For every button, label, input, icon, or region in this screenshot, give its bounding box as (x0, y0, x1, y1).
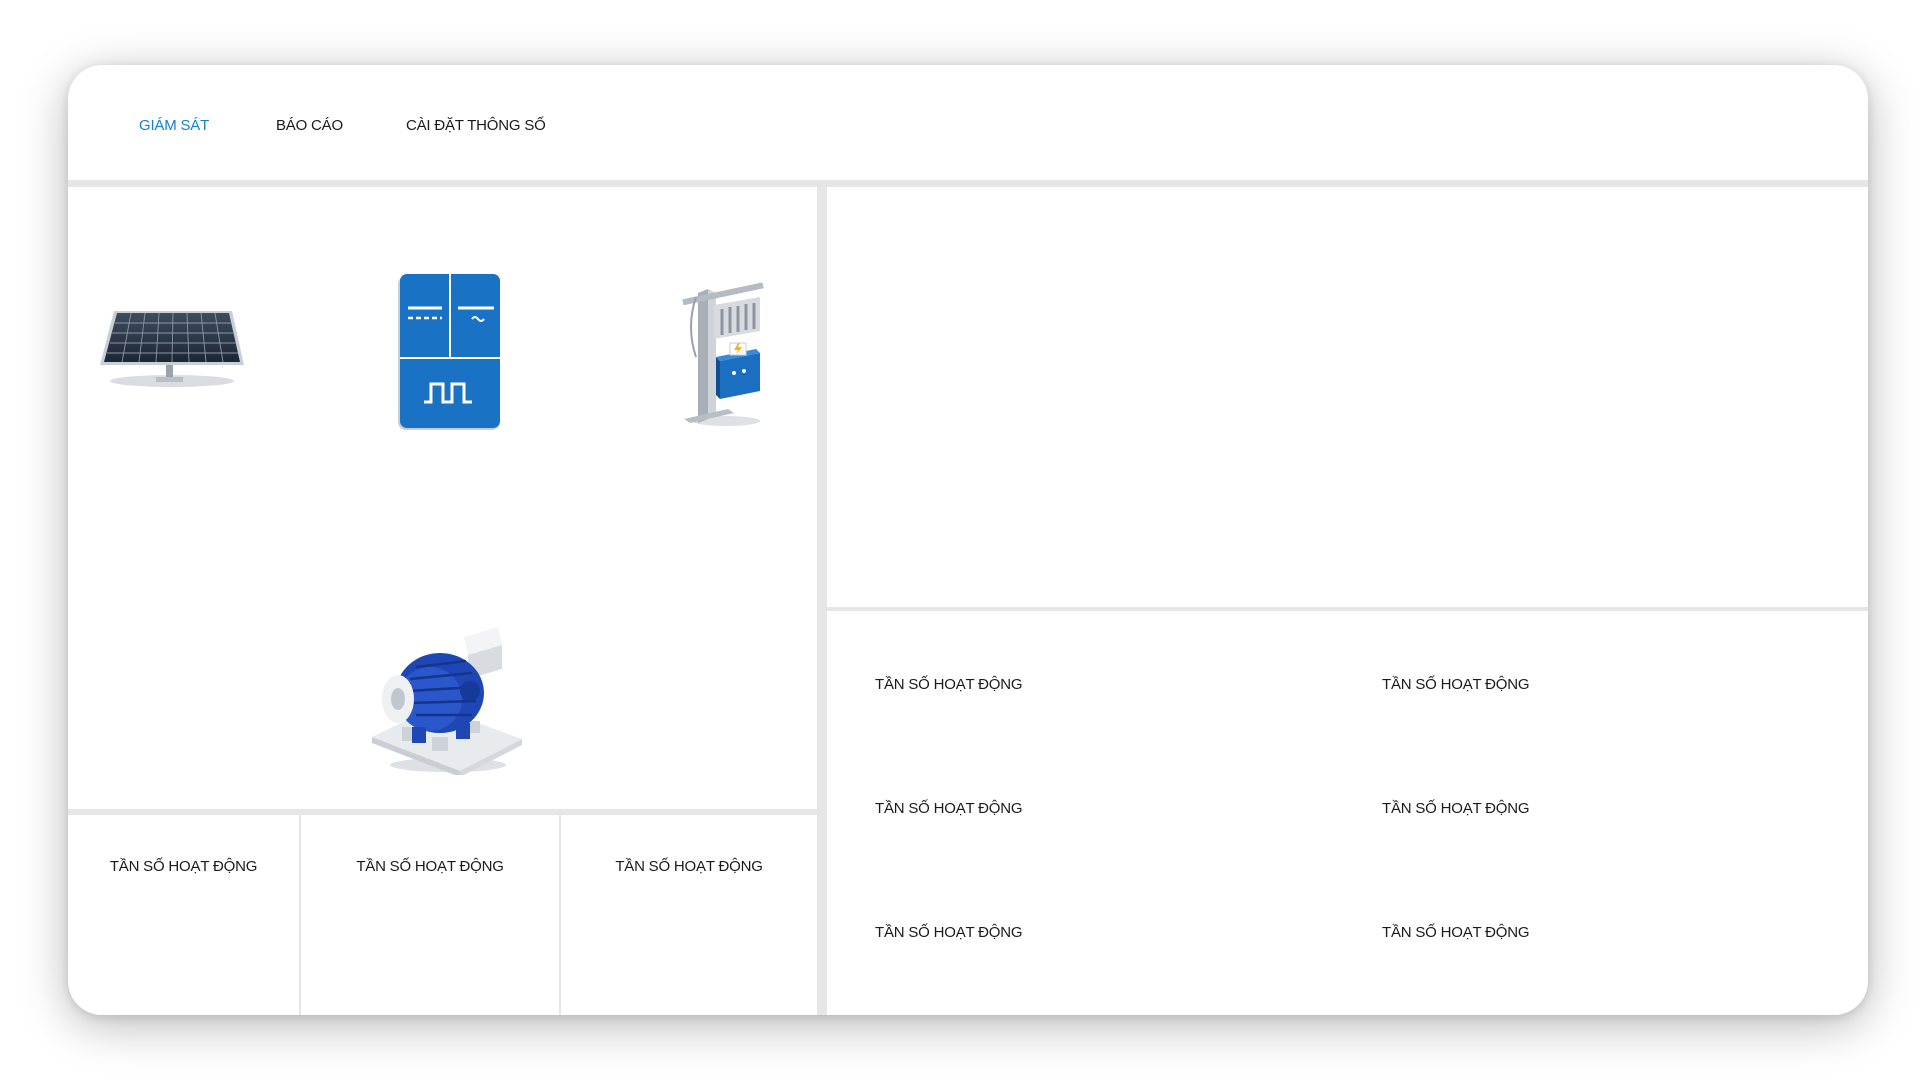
parameters-panel: TẦN SỐ HOẠT ĐỘNG TẦN SỐ HOẠT ĐỘNG TẦN SỐ… (827, 611, 1868, 1015)
stat-cell: TẦN SỐ HOẠT ĐỘNG (561, 815, 817, 1015)
top-nav: GIÁM SÁT BÁO CÁO CÀI ĐẶT THÔNG SỐ (68, 65, 1868, 180)
stat-cell: TẦN SỐ HOẠT ĐỘNG (301, 815, 559, 1015)
stat-label: TẦN SỐ HOẠT ĐỘNG (875, 800, 1023, 817)
stat-label: TẦN SỐ HOẠT ĐỘNG (875, 924, 1023, 941)
transformer-pole-icon[interactable] (676, 263, 768, 429)
app-window: GIÁM SÁT BÁO CÁO CÀI ĐẶT THÔNG SỐ TẦN SỐ… (68, 65, 1868, 1015)
stat-label: TẦN SỐ HOẠT ĐỘNG (1382, 800, 1530, 817)
stat-label: TẦN SỐ HOẠT ĐỘNG (109, 858, 258, 875)
tab-settings[interactable]: CÀI ĐẶT THÔNG SỐ (406, 117, 546, 134)
stat-label: TẦN SỐ HOẠT ĐỘNG (875, 676, 1023, 693)
inverter-icon[interactable] (396, 272, 502, 432)
stat-label: TẦN SỐ HOẠT ĐỘNG (356, 858, 504, 875)
system-diagram-panel (68, 187, 817, 809)
motor-pump-icon[interactable] (368, 625, 523, 777)
overview-panel (827, 187, 1868, 607)
tab-monitoring[interactable]: GIÁM SÁT (139, 117, 209, 134)
tab-reports[interactable]: BÁO CÁO (276, 117, 343, 134)
solar-panel-icon[interactable] (96, 307, 246, 389)
stat-label: TẦN SỐ HOẠT ĐỘNG (1382, 676, 1530, 693)
stat-label: TẦN SỐ HOẠT ĐỘNG (1382, 924, 1530, 941)
stat-label: TẦN SỐ HOẠT ĐỘNG (615, 858, 763, 875)
stat-cell: TẦN SỐ HOẠT ĐỘNG (68, 815, 299, 1015)
device-stats-row: TẦN SỐ HOẠT ĐỘNG TẦN SỐ HOẠT ĐỘNG TẦN SỐ… (68, 815, 817, 1015)
